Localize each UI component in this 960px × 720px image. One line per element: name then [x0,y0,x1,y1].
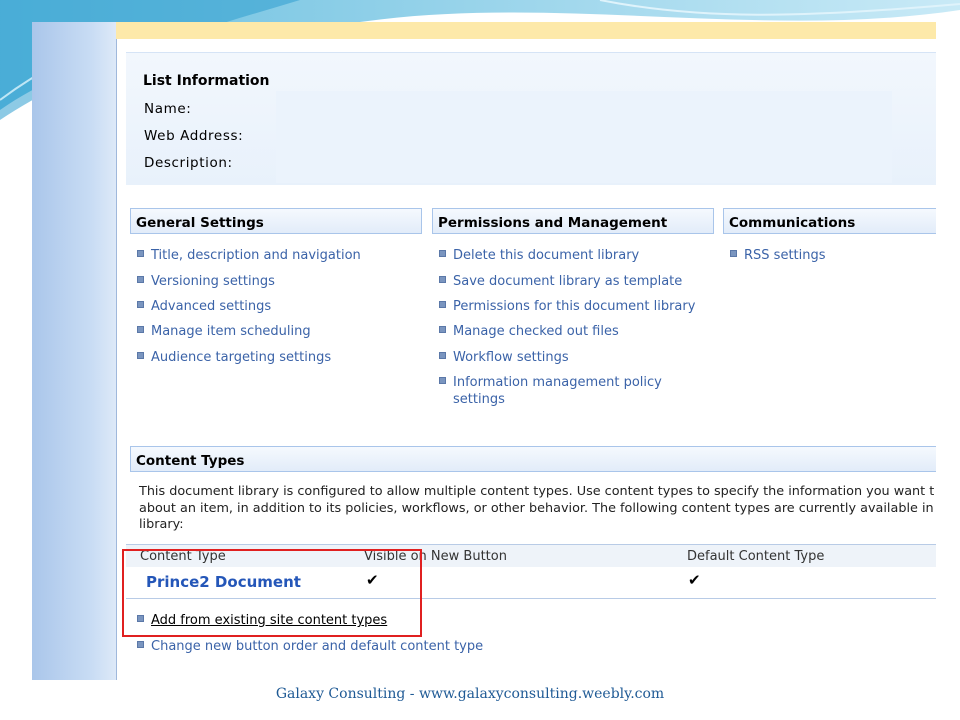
bullet-icon [439,377,446,384]
communications-title: Communications [729,215,856,231]
link-save-as-template[interactable]: Save document library as template [453,273,682,290]
default-checkmark-icon: ✔ [688,571,701,589]
link-workflow-settings[interactable]: Workflow settings [453,349,569,366]
content-types-header: Content Types [130,446,936,472]
web-address-label: Web Address: [144,128,244,144]
highlight-box [122,549,422,637]
permissions-management-header: Permissions and Management [432,208,714,234]
list-information-values-area [276,91,892,183]
link-title-description-navigation[interactable]: Title, description and navigation [151,247,361,264]
link-manage-item-scheduling[interactable]: Manage item scheduling [151,323,311,340]
general-settings-header: General Settings [130,208,422,234]
column-default-content-type: Default Content Type [687,549,825,564]
link-information-management-policy[interactable]: Information management policy settings [453,374,683,408]
link-delete-document-library[interactable]: Delete this document library [453,247,639,264]
communications-header: Communications [723,208,936,234]
bullet-icon [137,301,144,308]
link-advanced-settings[interactable]: Advanced settings [151,298,271,315]
link-permissions-document-library[interactable]: Permissions for this document library [453,298,695,315]
top-banner-strip [116,22,936,39]
description-label: Description: [144,155,233,171]
slide-footer: Galaxy Consulting - www.galaxyconsulting… [275,686,665,702]
bullet-icon [137,326,144,333]
permissions-management-title: Permissions and Management [438,215,668,231]
left-navigation-rail [32,22,117,680]
bullet-icon [730,250,737,257]
link-versioning-settings[interactable]: Versioning settings [151,273,275,290]
content-types-title: Content Types [136,453,245,469]
bullet-icon [439,352,446,359]
link-rss-settings[interactable]: RSS settings [744,247,826,264]
bullet-icon [137,250,144,257]
bullet-icon [137,352,144,359]
link-manage-checked-out-files[interactable]: Manage checked out files [453,323,619,340]
list-information-title: List Information [143,73,270,89]
list-information-panel: List Information Name: Web Address: Desc… [126,52,936,185]
name-label: Name: [144,101,192,117]
general-settings-title: General Settings [136,215,264,231]
bullet-icon [439,276,446,283]
bullet-icon [137,276,144,283]
bullet-icon [137,641,144,648]
bullet-icon [439,250,446,257]
link-change-new-button-order[interactable]: Change new button order and default cont… [151,638,483,655]
link-audience-targeting-settings[interactable]: Audience targeting settings [151,349,331,366]
content-types-description: This document library is configured to a… [139,484,935,532]
sharepoint-settings-screenshot: List Information Name: Web Address: Desc… [32,22,936,680]
bullet-icon [439,326,446,333]
bullet-icon [439,301,446,308]
